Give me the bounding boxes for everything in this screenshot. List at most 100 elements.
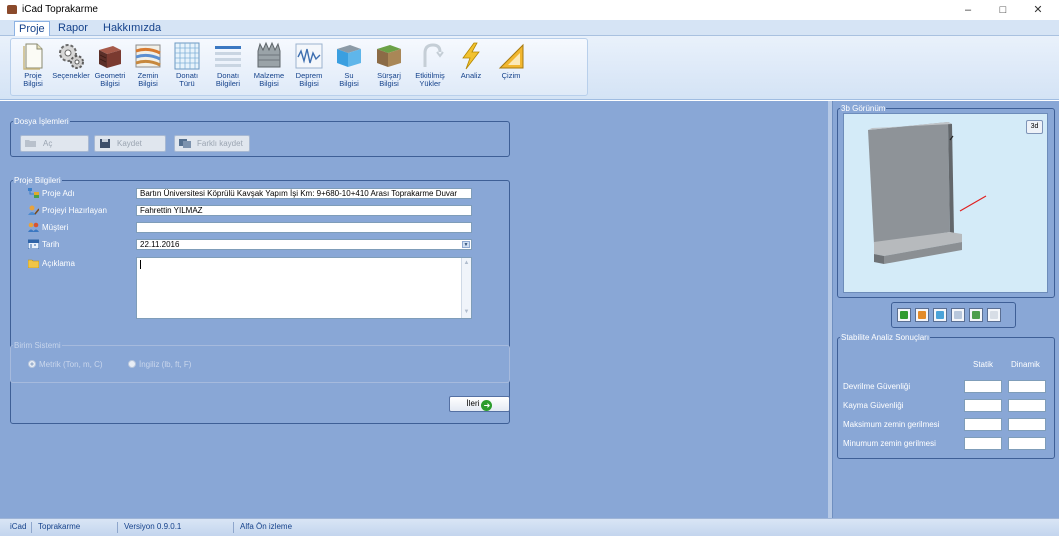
ribbon-analiz-button[interactable]: Analiz: [451, 41, 491, 95]
max-soil-stress-static-value: [964, 418, 1002, 431]
min-soil-stress-label: Minumum zemin gerilmesi: [843, 439, 936, 448]
material-icon: [257, 41, 281, 68]
scroll-up-icon[interactable]: ▲: [463, 260, 470, 267]
load-icon: [423, 43, 444, 67]
maximize-button[interactable]: □: [983, 0, 1023, 20]
text-caret: [140, 260, 141, 269]
menu-rapor[interactable]: Rapor: [54, 21, 92, 35]
date-picker[interactable]: 22.11.2016 ▼: [136, 239, 472, 250]
description-scrollbar[interactable]: ▲ ▼: [461, 258, 471, 318]
ribbon-etkitilmis-yukler-button[interactable]: Etkitilmiş Yükler: [409, 41, 451, 95]
file-ops-legend: Dosya İşlemleri: [14, 117, 69, 126]
view3d-canvas[interactable]: 3d: [843, 113, 1048, 293]
close-button[interactable]: ✕: [1018, 0, 1058, 20]
status-separator: [233, 522, 234, 533]
description-textarea[interactable]: ▲ ▼: [136, 257, 472, 319]
ribbon-label: Sürşarj Bilgisi: [377, 71, 401, 88]
preparer-label: Projeyi Hazırlayan: [42, 206, 107, 215]
ribbon-secenekler-button[interactable]: Seçenekler: [51, 41, 91, 95]
ribbon-label: Proje Bilgisi: [23, 71, 43, 88]
sliding-label: Kayma Güvenliği: [843, 401, 904, 410]
ribbon-malzeme-bilgisi-button[interactable]: Malzeme Bilgisi: [249, 41, 289, 95]
project-tree-icon: [28, 188, 39, 198]
status-version: Versiyon 0.9.0.1: [124, 522, 182, 531]
ribbon-geometri-bilgisi-button[interactable]: Geometri Bilgisi: [91, 41, 129, 95]
view-toolbar: [891, 302, 1016, 328]
view-3d-button[interactable]: 3d: [1026, 120, 1043, 134]
ribbon-group-project: Proje Bilgisi Seçenekler Geometri Bilgis…: [10, 38, 588, 96]
ribbon-donati-turu-button[interactable]: Donatı Türü: [167, 41, 207, 95]
max-soil-stress-label: Maksimum zemin gerilmesi: [843, 420, 940, 429]
ribbon-label: Su Bilgisi: [339, 71, 359, 88]
ribbon-label: Malzeme Bilgisi: [253, 71, 285, 88]
ribbon-zemin-bilgisi-button[interactable]: Zemin Bilgisi: [129, 41, 167, 95]
status-bar: iCad Toprakarme Versiyon 0.9.0.1 Alfa Ön…: [0, 518, 1059, 536]
preparer-input[interactable]: Fahrettin YILMAZ: [136, 205, 472, 216]
client-input[interactable]: [136, 222, 472, 233]
imperial-label: İngiliz (lb, ft, F): [139, 360, 192, 369]
save-as-button[interactable]: Farklı kaydet: [174, 135, 250, 152]
menu-hakkimizda[interactable]: Hakkımızda: [99, 21, 165, 35]
document-icon: [23, 43, 43, 70]
zoom-out-icon[interactable]: [915, 308, 929, 322]
next-button[interactable]: İleri ➜: [449, 396, 510, 412]
zoom-extents-icon[interactable]: [951, 308, 965, 322]
dynamic-column-header: Dinamik: [1011, 360, 1040, 369]
project-name-input[interactable]: Bartın Üniversitesi Köprülü Kavşak Yapım…: [136, 188, 472, 199]
ribbon-cizim-button[interactable]: Çizim: [491, 41, 531, 95]
window-title: iCad Toprakarme: [22, 4, 98, 15]
open-button[interactable]: Aç: [20, 135, 89, 152]
ribbon-label: Geometri Bilgisi: [94, 71, 126, 88]
view3d-legend: 3b Görünüm: [841, 104, 886, 113]
folder-note-icon: [28, 259, 39, 268]
overturning-label: Devrilme Güvenliği: [843, 382, 911, 391]
ribbon-sursarj-bilgisi-button[interactable]: Sürşarj Bilgisi: [369, 41, 409, 95]
chevron-down-icon[interactable]: ▼: [462, 241, 470, 248]
scroll-down-icon[interactable]: ▼: [463, 309, 470, 316]
main-panel: Dosya İşlemleri Aç Kaydet Farklı kaydet …: [0, 101, 828, 518]
ribbon-label: Donatı Türü: [175, 71, 199, 88]
status-separator: [117, 522, 118, 533]
ribbon-label: Deprem Bilgisi: [295, 71, 323, 88]
metric-radio[interactable]: Metrik (Ton, m, C): [28, 360, 103, 369]
open-label: Aç: [43, 139, 53, 148]
lightning-icon: [462, 42, 480, 70]
calendar-icon: [28, 239, 39, 249]
zoom-in-icon[interactable]: [897, 308, 911, 322]
water-icon: [337, 45, 361, 67]
client-label: Müşteri: [42, 223, 69, 232]
ribbon-su-bilgisi-button[interactable]: Su Bilgisi: [329, 41, 369, 95]
fit-view-icon[interactable]: [969, 308, 983, 322]
static-column-header: Statik: [973, 360, 994, 369]
ribbon-proje-bilgisi-button[interactable]: Proje Bilgisi: [15, 41, 51, 95]
min-soil-stress-static-value: [964, 437, 1002, 450]
menu-proje[interactable]: Proje: [14, 21, 50, 37]
overturning-dynamic-value: [1008, 380, 1046, 393]
save-button[interactable]: Kaydet: [94, 135, 166, 152]
menu-bar: Proje Rapor Hakkımızda: [0, 20, 1059, 37]
ribbon-donati-bilgileri-button[interactable]: Donatı Bilgileri: [207, 41, 249, 95]
minimize-button[interactable]: –: [948, 0, 988, 20]
imperial-radio[interactable]: İngiliz (lb, ft, F): [128, 360, 191, 369]
title-bar: iCad Toprakarme – □ ✕: [0, 0, 1059, 20]
arrow-right-icon: ➜: [481, 400, 493, 411]
pan-icon[interactable]: [933, 308, 947, 322]
radio-unselected-icon: [128, 360, 136, 368]
client-icon: [28, 222, 39, 232]
status-module: Toprakarme: [38, 522, 81, 531]
save-label: Kaydet: [117, 139, 142, 148]
ribbon-label: Zemin Bilgisi: [137, 71, 159, 88]
radio-selected-icon: [28, 360, 36, 368]
min-soil-stress-dynamic-value: [1008, 437, 1046, 450]
stability-legend: Stabilite Analiz Sonuçları: [841, 333, 930, 342]
status-separator: [31, 522, 32, 533]
rebar-list-icon: [215, 46, 241, 67]
sliding-static-value: [964, 399, 1002, 412]
ribbon-deprem-bilgisi-button[interactable]: Deprem Bilgisi: [289, 41, 329, 95]
ribbon-label: Analiz: [460, 71, 482, 80]
user-edit-icon: [28, 205, 39, 215]
soil-icon: [135, 44, 161, 68]
ribbon-label: Çizim: [501, 71, 521, 80]
rotate-hand-icon[interactable]: [987, 308, 1001, 322]
max-soil-stress-dynamic-value: [1008, 418, 1046, 431]
